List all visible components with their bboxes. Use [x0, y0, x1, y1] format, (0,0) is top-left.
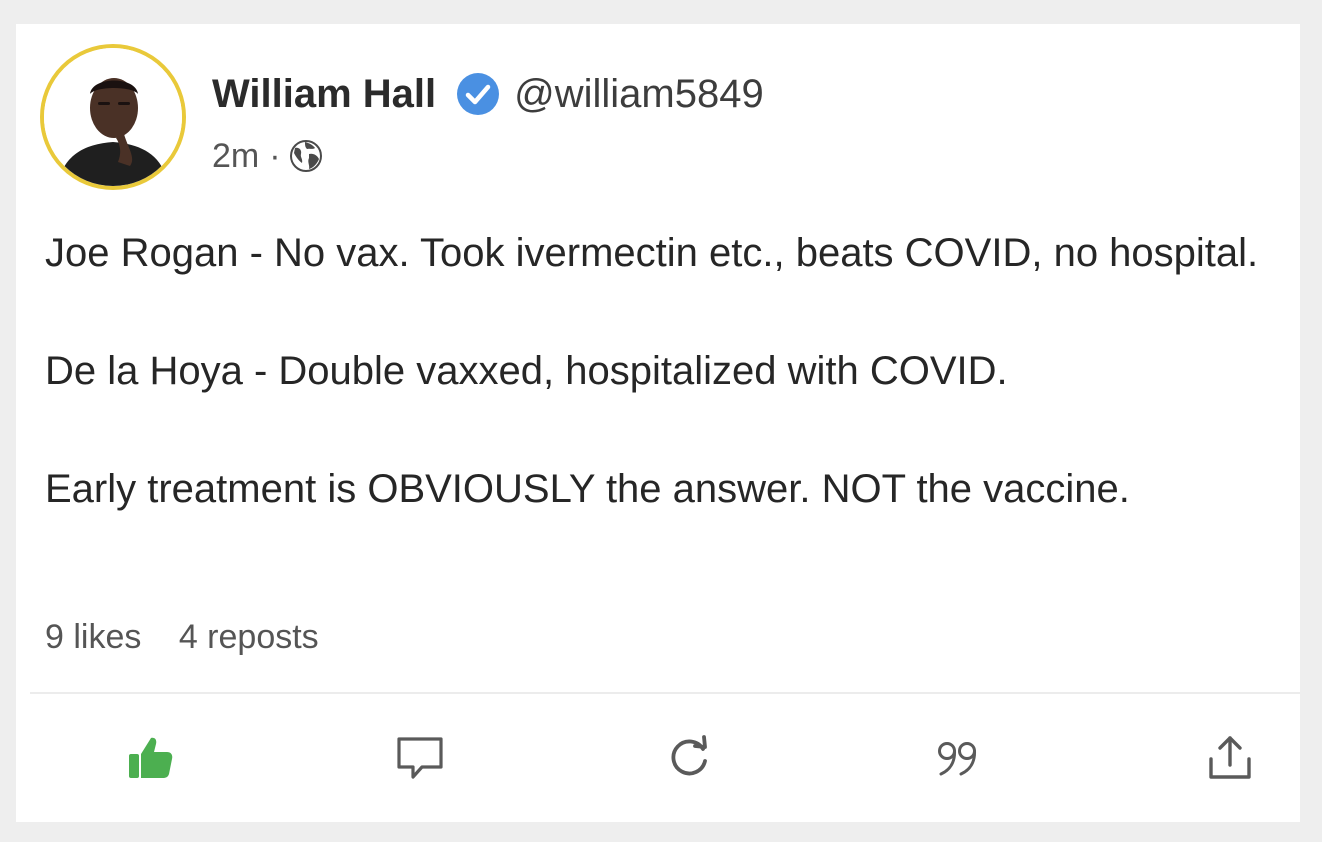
like-button[interactable]	[120, 728, 180, 788]
author-handle[interactable]: @william5849	[514, 72, 764, 117]
post-card: William Hall @william5849 2m · Joe Rogan…	[16, 24, 1300, 822]
share-icon	[1209, 736, 1251, 779]
author-line: William Hall @william5849	[212, 68, 764, 120]
comment-button[interactable]	[390, 728, 450, 788]
avatar-image	[44, 48, 182, 186]
thumbs-up-icon	[129, 737, 173, 778]
quote-icon	[938, 742, 977, 776]
post-paragraph: De la Hoya - Double vaxxed, hospitalized…	[45, 349, 1008, 393]
globe-icon	[289, 140, 322, 172]
repost-icon	[671, 735, 707, 776]
post-meta: 2m ·	[212, 136, 323, 176]
share-button[interactable]	[1200, 728, 1260, 788]
post-stats: 9 likes 4 reposts	[45, 618, 319, 657]
verified-badge-icon	[457, 73, 500, 115]
post-body: Joe Rogan - No vax. Took ivermectin etc.…	[45, 224, 1275, 519]
meta-separator: ·	[269, 136, 281, 175]
divider	[30, 692, 1300, 694]
reposts-count[interactable]: 4 reposts	[179, 618, 319, 656]
post-timestamp[interactable]: 2m	[212, 137, 259, 176]
author-name[interactable]: William Hall	[212, 72, 436, 117]
post-paragraph: Early treatment is OBVIOUSLY the answer.…	[45, 467, 1130, 511]
likes-count[interactable]: 9 likes	[45, 618, 141, 656]
quote-button[interactable]	[928, 728, 988, 788]
comment-icon	[397, 737, 443, 779]
post-paragraph: Joe Rogan - No vax. Took ivermectin etc.…	[45, 231, 1259, 275]
repost-button[interactable]	[660, 728, 720, 788]
avatar[interactable]	[40, 44, 186, 190]
